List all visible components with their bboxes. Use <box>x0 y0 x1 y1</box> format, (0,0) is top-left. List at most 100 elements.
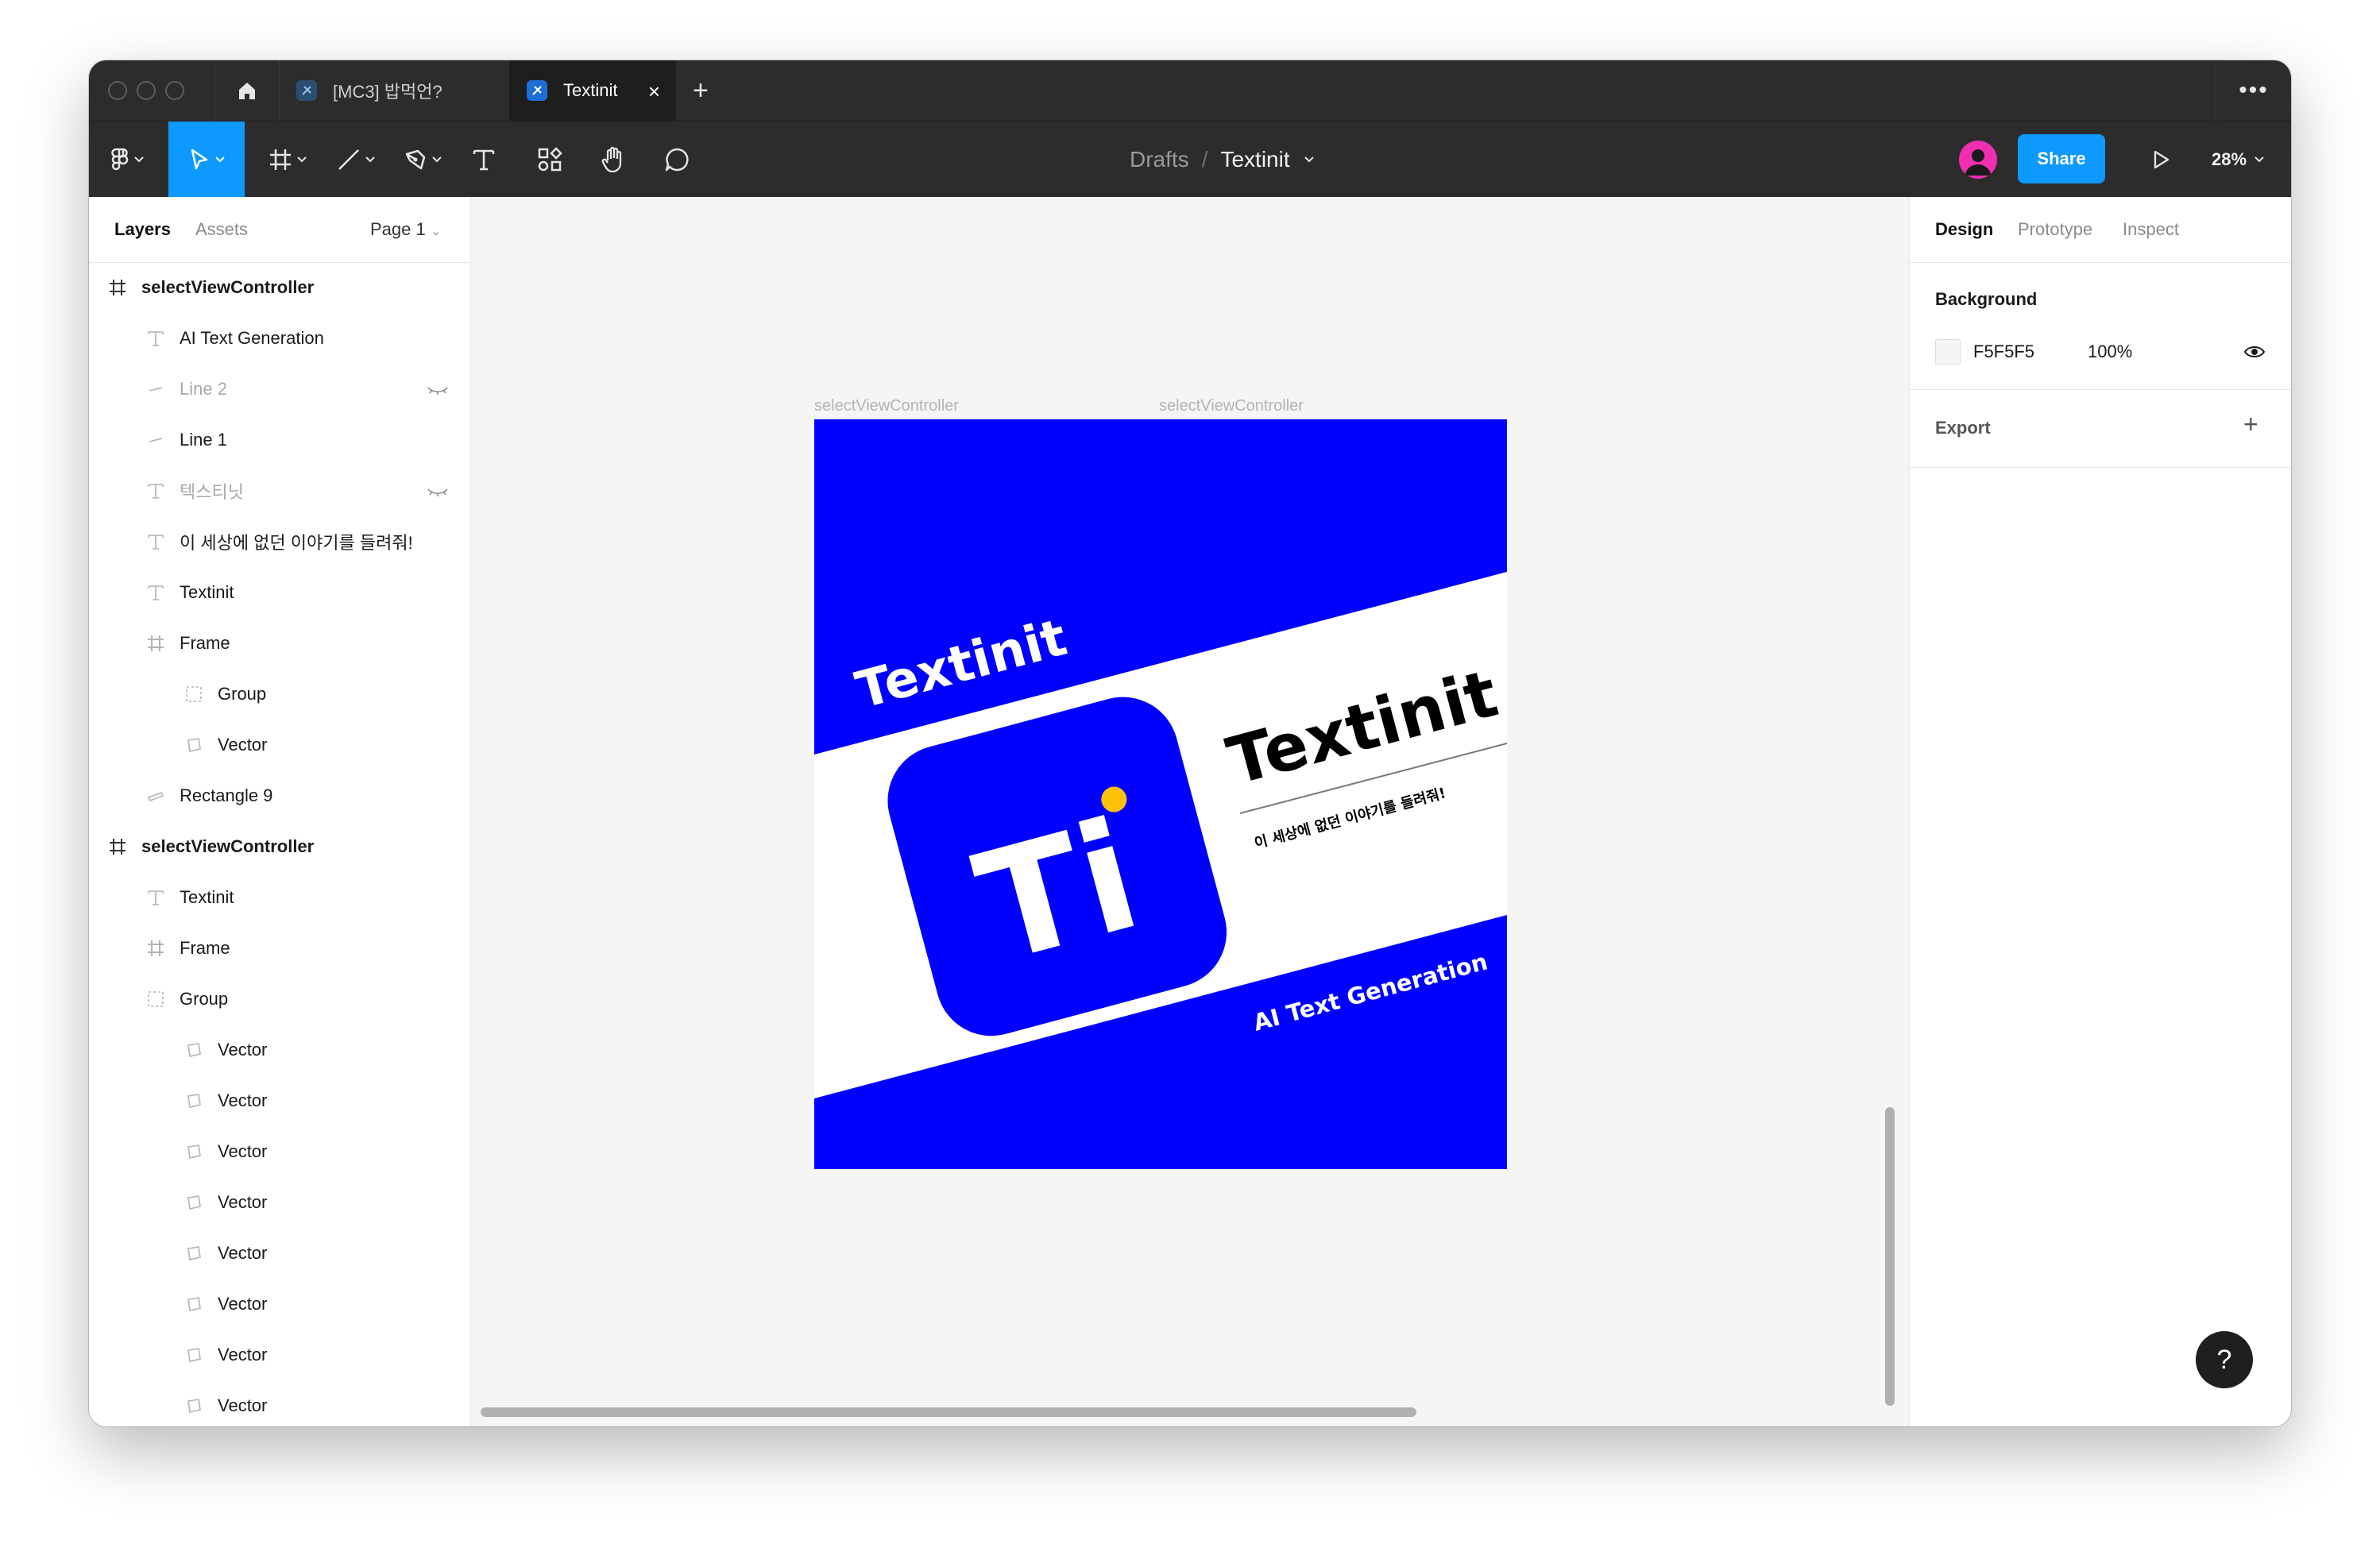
hidden-eye-icon[interactable] <box>426 483 450 499</box>
frame-label[interactable]: selectViewController <box>1159 397 1304 415</box>
layer-name: Vector <box>218 1141 268 1161</box>
move-tool[interactable] <box>168 122 245 198</box>
present-button[interactable] <box>2134 122 2189 198</box>
layer-name: Vector <box>218 1395 268 1415</box>
layer-row[interactable]: Vector <box>89 1075 470 1126</box>
more-options-icon[interactable]: ••• <box>2216 60 2291 121</box>
layer-row[interactable]: Textinit <box>89 872 470 923</box>
frame-tool[interactable] <box>256 122 319 198</box>
background-opacity-input[interactable]: 100% <box>2088 342 2132 362</box>
frame-icon <box>145 632 167 654</box>
text-tool[interactable] <box>456 122 512 198</box>
chevron-down-icon <box>215 156 225 163</box>
layer-row[interactable]: Vector <box>89 1380 470 1426</box>
background-hex-input[interactable]: F5F5F5 <box>1973 342 2034 362</box>
tab-design[interactable]: Design <box>1935 219 1993 240</box>
tab-assets[interactable]: Assets <box>195 219 248 240</box>
toolbar: Drafts / Textinit Share 28% <box>89 121 2291 198</box>
layer-row[interactable]: Line 1 <box>89 415 470 465</box>
pen-tool[interactable] <box>391 122 454 198</box>
layer-row[interactable]: Frame <box>89 618 470 669</box>
frame-icon <box>106 276 129 299</box>
play-icon <box>2154 150 2169 169</box>
frame-icon <box>270 149 291 170</box>
breadcrumb-drafts[interactable]: Drafts <box>1130 147 1189 172</box>
tab-layers[interactable]: Layers <box>114 219 171 240</box>
comment-tool[interactable] <box>645 122 709 198</box>
layer-name: selectViewController <box>141 277 315 297</box>
file-name[interactable]: Textinit <box>1220 147 1289 172</box>
layer-row[interactable]: Line 2 <box>89 364 470 415</box>
tab-label: Textinit <box>563 80 618 100</box>
zoom-level: 28% <box>2212 149 2247 169</box>
artboard-selectviewcontroller[interactable]: Ti Textinit Textinit 이 세상에 없던 이야기를 들려줘! … <box>814 419 1507 1169</box>
hand-tool[interactable] <box>581 122 645 198</box>
add-export-icon[interactable]: + <box>2243 410 2258 439</box>
frame-label[interactable]: selectViewController <box>814 397 959 415</box>
layer-row[interactable]: Group <box>89 669 470 720</box>
layer-row[interactable]: Group <box>89 974 470 1025</box>
chevron-down-icon <box>365 156 375 163</box>
text-icon <box>473 149 495 171</box>
move-icon <box>191 149 208 170</box>
shape-tool[interactable] <box>324 122 388 198</box>
layer-name: Vector <box>218 1243 268 1263</box>
vector-icon <box>183 1344 205 1366</box>
tab-inspect[interactable]: Inspect <box>2123 219 2179 240</box>
tab-textinit[interactable]: Textinit × <box>509 60 676 121</box>
resources-tool[interactable] <box>518 122 581 198</box>
layer-row[interactable]: Frame <box>89 923 470 974</box>
layer-row[interactable]: Textinit <box>89 567 470 618</box>
layer-name: selectViewController <box>141 836 315 856</box>
export-title: Export <box>1935 418 1991 438</box>
layer-row[interactable]: Vector <box>89 1177 470 1228</box>
tab-mc3[interactable]: [MC3] 밥먹언? <box>279 60 509 121</box>
avatar[interactable] <box>1959 141 1997 179</box>
close-tab-icon[interactable]: × <box>648 79 660 104</box>
zoom-dropdown[interactable]: 28% <box>2212 122 2264 198</box>
layer-row[interactable]: selectViewController <box>89 821 470 872</box>
breadcrumb-separator: / <box>1201 147 1208 172</box>
new-tab-button[interactable]: + <box>693 75 709 106</box>
layer-row[interactable]: 이 세상에 없던 이야기를 들려줘! <box>89 516 470 567</box>
canvas[interactable]: selectViewController selectViewControlle… <box>471 197 1909 1426</box>
layer-row[interactable]: Vector <box>89 1228 470 1279</box>
horizontal-scrollbar[interactable] <box>481 1407 1416 1417</box>
layer-row[interactable]: Rectangle 9 <box>89 770 470 821</box>
rectangle-icon <box>145 785 167 807</box>
figma-file-icon <box>296 80 317 101</box>
hidden-eye-icon[interactable] <box>426 381 450 397</box>
layers-panel: Layers Assets Page 1 ⌄ selectViewControl… <box>89 197 471 1426</box>
layer-row[interactable]: Vector <box>89 1279 470 1330</box>
close-window-button[interactable] <box>108 81 127 100</box>
layer-row[interactable]: Vector <box>89 1025 470 1075</box>
chevron-down-icon <box>432 156 442 163</box>
breadcrumb: Drafts / Textinit <box>1130 122 1314 198</box>
frame-icon <box>145 937 167 959</box>
chevron-down-icon <box>134 156 144 163</box>
help-button[interactable]: ? <box>2196 1331 2253 1388</box>
layer-row[interactable]: AI Text Generation <box>89 313 470 364</box>
figma-file-icon <box>527 80 547 101</box>
minimize-window-button[interactable] <box>137 81 156 100</box>
layer-row[interactable]: Vector <box>89 1126 470 1177</box>
tab-prototype[interactable]: Prototype <box>2018 219 2092 240</box>
chevron-down-icon: ⌄ <box>430 225 442 238</box>
share-button[interactable]: Share <box>2018 134 2105 183</box>
layer-row[interactable]: 텍스티닛 <box>89 465 470 516</box>
layer-name: 텍스티닛 <box>180 482 244 502</box>
chevron-down-icon[interactable] <box>1304 156 1314 163</box>
background-color-swatch[interactable] <box>1935 339 1961 365</box>
line-icon <box>145 378 167 400</box>
zoom-window-button[interactable] <box>165 81 184 100</box>
vertical-scrollbar[interactable] <box>1885 1107 1895 1406</box>
page-selector[interactable]: Page 1 ⌄ <box>370 219 441 240</box>
layer-row[interactable]: Vector <box>89 1330 470 1380</box>
layer-row[interactable]: Vector <box>89 720 470 770</box>
home-button[interactable] <box>214 60 280 121</box>
layer-row[interactable]: selectViewController <box>89 262 470 313</box>
layer-name: Frame <box>180 938 230 958</box>
main-menu-button[interactable] <box>89 122 165 198</box>
eye-icon[interactable] <box>2243 345 2266 359</box>
hand-icon <box>601 146 622 173</box>
